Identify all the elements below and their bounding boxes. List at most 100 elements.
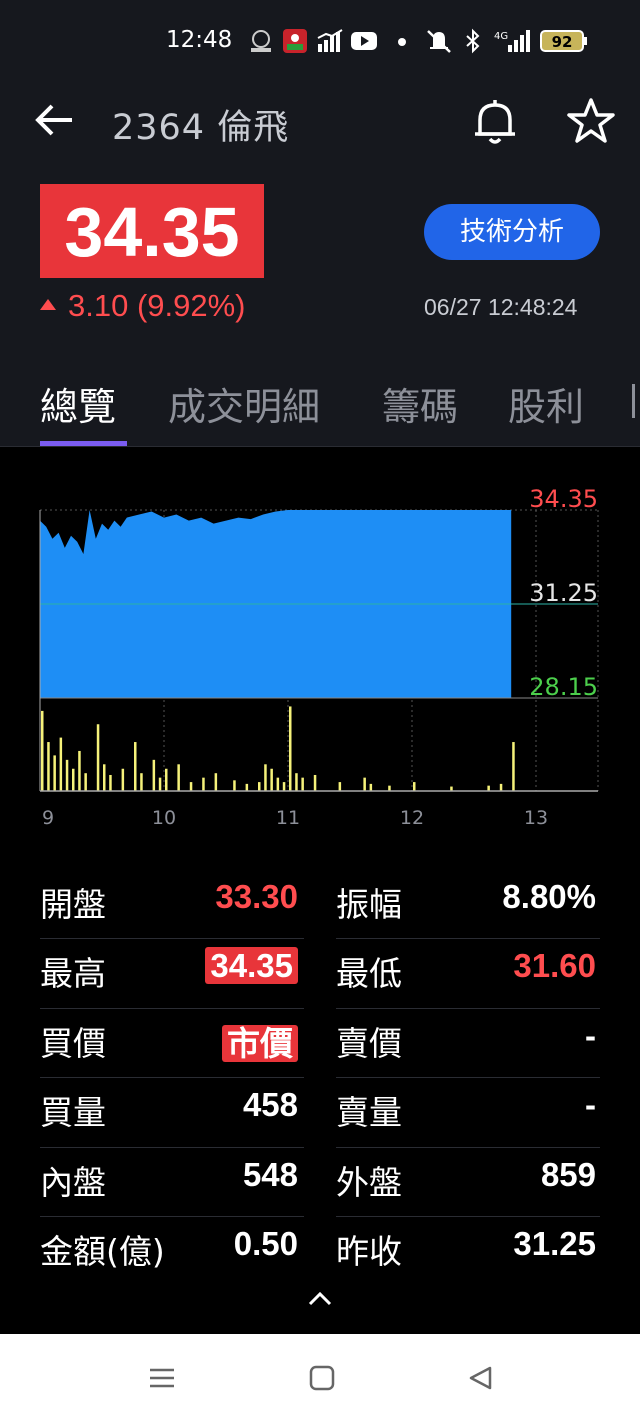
stat-divider bbox=[40, 1007, 304, 1009]
x-tick-label: 13 bbox=[524, 807, 548, 829]
volume-bar bbox=[140, 773, 143, 791]
stat-divider bbox=[40, 1146, 304, 1148]
favorite-button[interactable] bbox=[566, 96, 616, 146]
network-label: 4G bbox=[494, 31, 508, 42]
quote-timestamp: 06/27 12:48:24 bbox=[424, 294, 578, 320]
volume-bar bbox=[413, 782, 416, 791]
volume-bar bbox=[72, 768, 75, 791]
volume-bar bbox=[84, 773, 87, 791]
system-nav-bar bbox=[0, 1334, 640, 1422]
volume-bar bbox=[41, 710, 44, 791]
y-label-low: 28.15 bbox=[529, 673, 598, 701]
stat-value-text: 33.30 bbox=[215, 878, 298, 915]
chevron-up-icon bbox=[308, 1291, 332, 1306]
volume-bar bbox=[59, 737, 63, 791]
volume-bar bbox=[369, 783, 373, 791]
stat-divider bbox=[336, 1007, 600, 1009]
stat-value: - bbox=[585, 1017, 596, 1055]
volume-bar bbox=[214, 773, 218, 791]
home-button[interactable] bbox=[308, 1364, 336, 1392]
volume-bar bbox=[96, 724, 100, 791]
price-change: 3.10 (9.92%) bbox=[40, 288, 246, 324]
volume-bar bbox=[282, 782, 286, 791]
technical-analysis-button[interactable]: 技術分析 bbox=[424, 204, 600, 260]
volume-bars bbox=[41, 706, 515, 791]
youtube-icon bbox=[350, 28, 378, 54]
stat-divider bbox=[40, 938, 304, 940]
header-divider bbox=[0, 446, 640, 447]
volume-bar bbox=[109, 774, 112, 791]
x-tick-label: 11 bbox=[276, 807, 300, 829]
recent-apps-button[interactable] bbox=[148, 1364, 176, 1392]
stat-value-text: 市價 bbox=[222, 1024, 298, 1062]
volume-bar bbox=[264, 764, 267, 791]
y-label-high: 34.35 bbox=[529, 485, 598, 513]
stat-label: 最高 bbox=[40, 954, 106, 994]
volume-bar bbox=[313, 774, 317, 791]
x-tick-label: 12 bbox=[400, 807, 424, 829]
stat-divider bbox=[336, 1077, 600, 1079]
volume-bar bbox=[152, 759, 156, 791]
back-button[interactable] bbox=[32, 100, 78, 140]
stat-label: 賣量 bbox=[336, 1093, 402, 1133]
alert-button[interactable] bbox=[470, 96, 520, 148]
stat-divider bbox=[336, 1216, 600, 1217]
volume-bar bbox=[276, 777, 280, 791]
stat-value-text: 0.50 bbox=[233, 1225, 298, 1262]
triangle-back-icon bbox=[469, 1366, 492, 1390]
dot-icon bbox=[396, 28, 408, 54]
volume-bar bbox=[301, 777, 304, 791]
volume-bar bbox=[363, 777, 366, 791]
stat-label: 外盤 bbox=[336, 1162, 402, 1202]
volume-bar bbox=[189, 782, 193, 791]
stat-label: 買價 bbox=[40, 1023, 106, 1063]
tab-dividend[interactable]: 股利 bbox=[508, 376, 584, 431]
volume-bar bbox=[202, 777, 205, 791]
stat-label: 內盤 bbox=[40, 1162, 106, 1202]
stat-value: 33.30 bbox=[215, 878, 298, 916]
intraday-chart[interactable]: 34.35 31.25 28.15 9 10 11 12 13 bbox=[0, 470, 640, 840]
y-label-mid: 31.25 bbox=[529, 579, 598, 607]
tab-overview[interactable]: 總覽 bbox=[40, 376, 116, 431]
stat-divider bbox=[336, 1146, 600, 1148]
cell-signal-icon: 4G bbox=[494, 28, 534, 54]
tab-chips[interactable]: 籌碼 bbox=[382, 376, 458, 431]
stat-value: 0.50 bbox=[234, 1225, 298, 1263]
page-title: 2364 倫飛 bbox=[112, 108, 290, 148]
stat-value: 548 bbox=[243, 1156, 298, 1194]
price-change-text: 3.10 (9.92%) bbox=[68, 288, 246, 323]
bluetooth-icon bbox=[464, 28, 482, 54]
volume-bar bbox=[338, 782, 342, 791]
stat-value-text: 548 bbox=[242, 1155, 298, 1193]
volume-bar bbox=[295, 773, 298, 791]
battery-icon: 92 bbox=[540, 28, 588, 54]
battery-level: 92 bbox=[552, 33, 573, 51]
x-tick-label: 10 bbox=[152, 807, 176, 829]
stat-value-text: 859 bbox=[540, 1155, 596, 1193]
stat-value: 458 bbox=[243, 1086, 298, 1124]
stat-label: 最低 bbox=[336, 954, 402, 994]
app-red-icon bbox=[282, 28, 308, 54]
tab-trade-details[interactable]: 成交明細 bbox=[168, 376, 320, 431]
volume-bar bbox=[165, 768, 168, 791]
volume-bar bbox=[47, 742, 50, 791]
volume-bar bbox=[121, 768, 125, 791]
volume-bar bbox=[233, 780, 236, 791]
stat-label: 開盤 bbox=[40, 885, 106, 924]
expand-button[interactable] bbox=[300, 1284, 340, 1314]
stat-value-text: 34.35 bbox=[205, 947, 298, 985]
volume-bar bbox=[388, 785, 391, 791]
tab-overflow-hint bbox=[632, 384, 640, 420]
back-nav-button[interactable] bbox=[466, 1364, 494, 1392]
volume-bar bbox=[53, 755, 56, 791]
star-icon bbox=[567, 98, 615, 143]
volume-bar bbox=[258, 782, 261, 791]
volume-bar bbox=[65, 759, 69, 791]
volume-bar bbox=[158, 777, 162, 791]
square-home-icon bbox=[309, 1365, 335, 1391]
x-tick-label: 9 bbox=[42, 807, 54, 829]
stat-value-text: 458 bbox=[242, 1086, 298, 1124]
volume-bar bbox=[134, 742, 137, 791]
volume-bar bbox=[270, 768, 273, 791]
stat-value: 34.35 bbox=[205, 947, 298, 985]
